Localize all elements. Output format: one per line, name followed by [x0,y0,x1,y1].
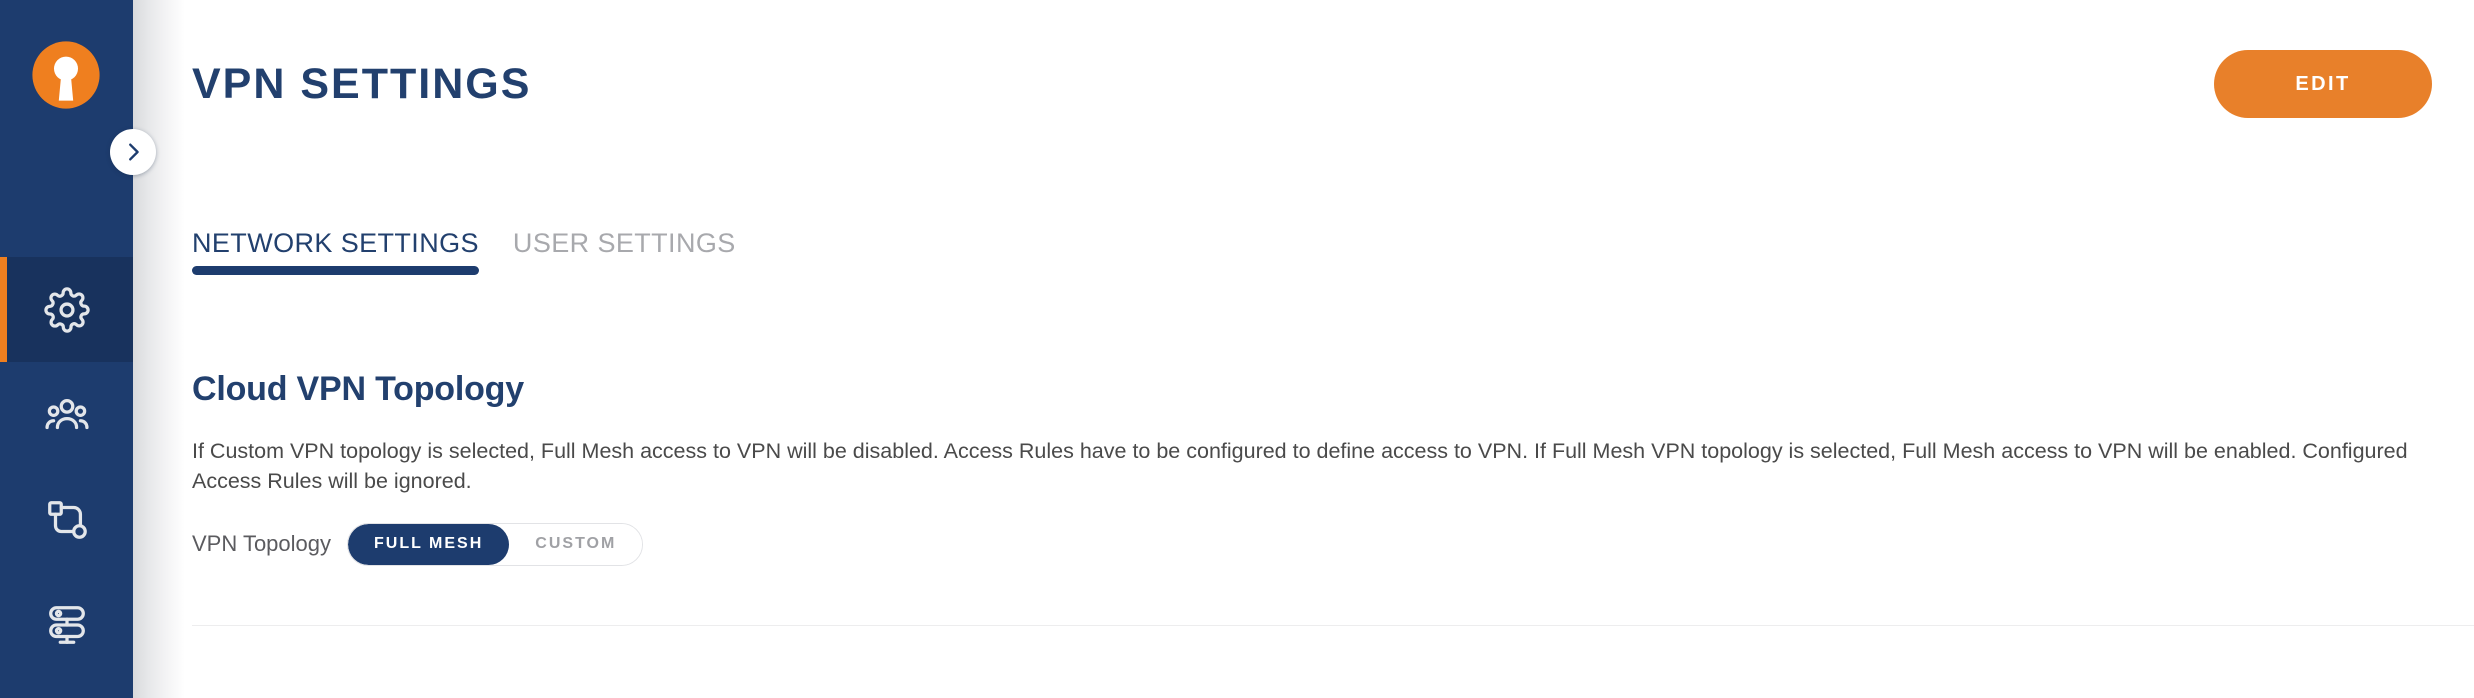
servers-icon [44,602,90,648]
tab-active-underline [192,266,479,275]
sidebar-item-network[interactable] [0,467,133,572]
section-title: Cloud VPN Topology [192,370,524,408]
tab-network-settings-label: NETWORK SETTINGS [192,228,479,258]
openvpn-logo[interactable] [26,35,106,115]
tab-network-settings[interactable]: NETWORK SETTINGS [192,228,479,295]
edit-button[interactable]: EDIT [2214,50,2432,118]
sidebar-nav [0,257,133,677]
vpn-topology-field: VPN Topology FULL MESH CUSTOM [192,522,2434,566]
section-description: If Custom VPN topology is selected, Full… [192,438,2408,494]
vpn-topology-label: VPN Topology [192,531,332,557]
sidebar-item-settings[interactable] [0,257,133,362]
segment-full-mesh[interactable]: FULL MESH [348,523,510,565]
sidebar-item-servers[interactable] [0,572,133,677]
sidebar-expand-button[interactable] [110,129,156,175]
page-header: VPN SETTINGS EDIT [192,48,2432,120]
tab-bar: NETWORK SETTINGS USER SETTINGS [192,228,770,295]
main-content: VPN SETTINGS EDIT NETWORK SETTINGS USER … [133,0,2474,698]
section-divider [192,625,2474,626]
users-icon [44,392,90,438]
cloud-vpn-topology-section: Cloud VPN Topology If Custom VPN topolog… [192,370,2434,566]
vpn-topology-segmented-control[interactable]: FULL MESH CUSTOM [347,522,644,566]
sidebar-item-users[interactable] [0,362,133,467]
chevron-right-icon [122,141,144,163]
tab-user-settings-label: USER SETTINGS [512,228,736,258]
segment-custom[interactable]: CUSTOM [509,523,643,565]
sidebar [0,0,133,698]
vpn-settings-page: VPN SETTINGS EDIT NETWORK SETTINGS USER … [0,0,2474,698]
gear-icon [43,286,90,333]
tab-user-settings[interactable]: USER SETTINGS [513,228,736,295]
page-title: VPN SETTINGS [192,59,532,108]
network-topology-icon [44,497,90,543]
